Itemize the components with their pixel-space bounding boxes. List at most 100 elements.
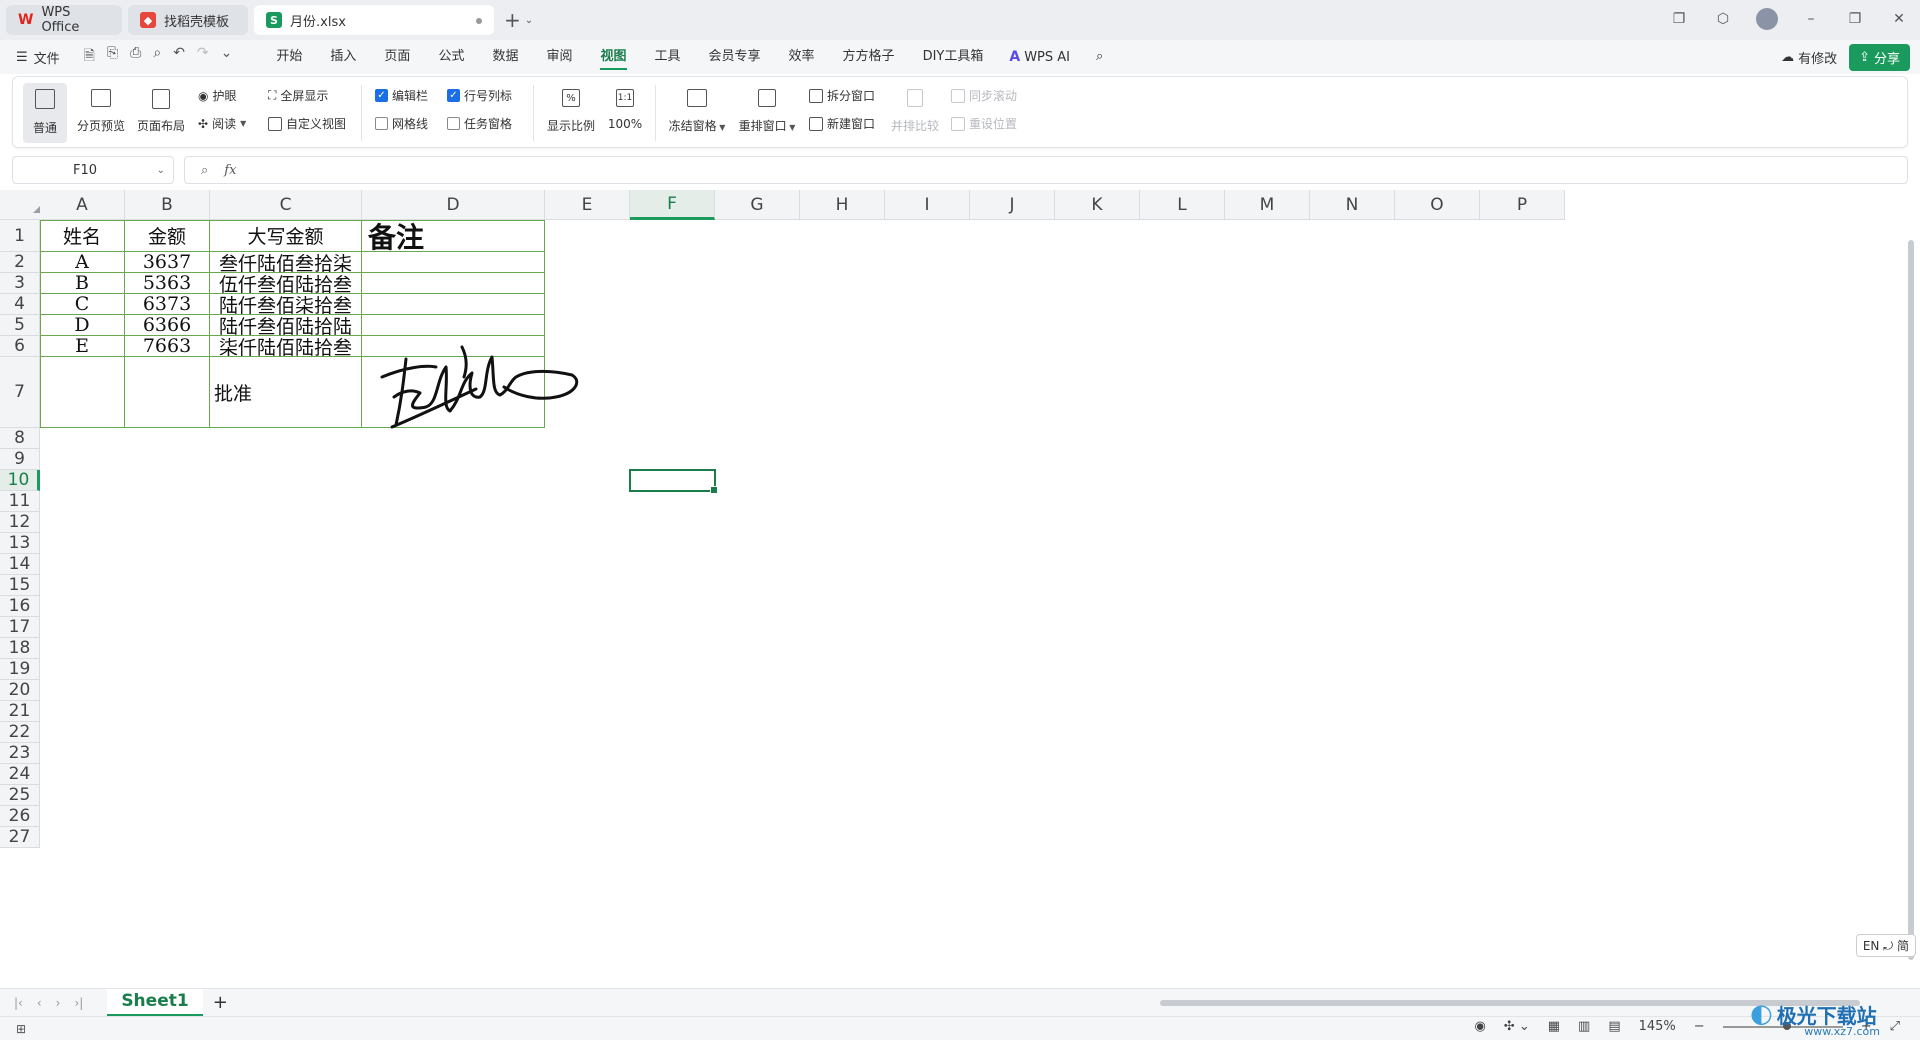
macro-record-icon[interactable]: ⊞	[16, 1022, 26, 1036]
formula-input[interactable]: ⌕ fx	[184, 156, 1908, 184]
rearrange-windows-button[interactable]: 重排窗口 ▼	[735, 89, 799, 134]
print-icon[interactable]: ⎙	[130, 45, 141, 69]
row-header-5[interactable]: 5	[0, 315, 40, 336]
menu-tab-view[interactable]: 视图	[586, 40, 640, 74]
reset-position-button[interactable]: 重设位置	[951, 115, 1017, 132]
zoom-level[interactable]: 145%	[1639, 1019, 1676, 1034]
approval-label-cell[interactable]: 批准	[210, 357, 362, 428]
vertical-scroll-thumb[interactable]	[1908, 240, 1914, 960]
fx-icon[interactable]: fx	[224, 163, 236, 178]
row-header-17[interactable]: 17	[0, 617, 40, 638]
tab-wps-office[interactable]: W WPS Office	[6, 5, 122, 35]
zoom-100-button[interactable]: 1:1 100%	[603, 89, 647, 131]
row-header-21[interactable]: 21	[0, 701, 40, 722]
row-header-15[interactable]: 15	[0, 575, 40, 596]
column-header-j[interactable]: J	[970, 190, 1055, 220]
table-cell[interactable]: D	[40, 314, 125, 336]
changes-button[interactable]: ☁ 有修改	[1781, 48, 1837, 67]
menu-tab-member[interactable]: 会员专享	[695, 40, 775, 74]
column-header-b[interactable]: B	[125, 190, 210, 220]
table-cell[interactable]: 3637	[125, 251, 210, 273]
tab-daoke-templates[interactable]: ◆ 找稻壳模板	[128, 5, 248, 35]
row-header-23[interactable]: 23	[0, 743, 40, 764]
undo-icon[interactable]: ↶	[173, 45, 185, 69]
row-header-4[interactable]: 4	[0, 294, 40, 315]
share-button[interactable]: ⇪ 分享	[1849, 44, 1910, 71]
row-header-7[interactable]: 7	[0, 357, 40, 428]
task-pane-checkbox[interactable]: 任务窗格	[447, 115, 512, 132]
search-icon[interactable]: ⌕	[1082, 40, 1117, 74]
row-col-headers-checkbox[interactable]: ✓ 行号列标	[447, 87, 512, 104]
sheet-tab-sheet1[interactable]: Sheet1	[107, 988, 203, 1017]
row-header-3[interactable]: 3	[0, 273, 40, 294]
print-preview-icon[interactable]: ⌕	[153, 45, 161, 69]
column-header-f[interactable]: F	[630, 190, 715, 220]
menu-tab-fangfang[interactable]: 方方格子	[829, 40, 909, 74]
column-header-h[interactable]: H	[800, 190, 885, 220]
header-cell[interactable]: 金额	[125, 220, 210, 252]
avatar[interactable]	[1756, 8, 1778, 30]
row-header-25[interactable]: 25	[0, 785, 40, 806]
file-menu-button[interactable]: ☰ 文件	[16, 48, 60, 67]
tab-file-yuefen[interactable]: S 月份.xlsx	[254, 5, 494, 35]
freeze-panes-button[interactable]: 冻结窗格 ▼	[665, 89, 729, 134]
name-box[interactable]: F10 ⌄	[12, 156, 174, 184]
table-cell[interactable]: A	[40, 251, 125, 273]
table-cell[interactable]	[362, 294, 545, 315]
side-by-side-button[interactable]: 并排比较	[889, 89, 941, 134]
split-window-button[interactable]: 拆分窗口	[809, 87, 875, 104]
eye-protect-icon[interactable]: ◉	[1474, 1019, 1485, 1034]
close-icon[interactable]: ✕	[1888, 8, 1910, 30]
zoom-ratio-button[interactable]: % 显示比例	[545, 89, 597, 134]
add-sheet-icon[interactable]: +	[213, 992, 228, 1013]
menu-tab-review[interactable]: 审阅	[532, 40, 586, 74]
table-cell[interactable]: E	[40, 335, 125, 357]
custom-view-button[interactable]: 自定义视图	[268, 115, 346, 132]
table-cell[interactable]: 7663	[125, 335, 210, 357]
new-window-button[interactable]: 新建窗口	[809, 115, 875, 132]
column-header-n[interactable]: N	[1310, 190, 1395, 220]
table-cell[interactable]	[362, 252, 545, 273]
column-header-i[interactable]: I	[885, 190, 970, 220]
menu-tab-tools[interactable]: 工具	[641, 40, 695, 74]
menu-tab-efficiency[interactable]: 效率	[775, 40, 829, 74]
row-header-12[interactable]: 12	[0, 512, 40, 533]
column-header-g[interactable]: G	[715, 190, 800, 220]
prev-sheet-icon[interactable]: ‹	[37, 996, 42, 1010]
minimize-icon[interactable]: –	[1800, 8, 1822, 30]
edit-bar-checkbox[interactable]: ✓ 编辑栏	[375, 87, 428, 104]
last-sheet-icon[interactable]: ›|	[74, 996, 83, 1010]
restore-icon[interactable]: ❐	[1844, 8, 1866, 30]
zoom-search-icon[interactable]: ⌕	[201, 163, 208, 178]
table-cell[interactable]: B	[40, 272, 125, 294]
column-header-e[interactable]: E	[545, 190, 630, 220]
page-break-preview-button[interactable]: 分页预览	[75, 89, 127, 134]
vertical-scrollbar[interactable]	[1906, 220, 1916, 980]
menu-tab-diy-toolbox[interactable]: DIY工具箱	[909, 40, 998, 74]
gridlines-checkbox[interactable]: 网格线	[375, 115, 428, 132]
tab-manager-icon[interactable]: ❐	[1668, 8, 1690, 30]
reading-mode-button[interactable]: ✣ 阅读 ▼	[198, 115, 246, 132]
quick-access-chevron-icon[interactable]: ⌄	[221, 45, 233, 69]
page-layout-button[interactable]: 页面布局	[135, 89, 187, 134]
row-header-9[interactable]: 9	[0, 449, 40, 470]
redo-icon[interactable]: ↷	[197, 45, 209, 69]
row-header-20[interactable]: 20	[0, 680, 40, 701]
header-cell[interactable]: 姓名	[40, 220, 125, 252]
table-cell[interactable]: 6366	[125, 314, 210, 336]
row-header-16[interactable]: 16	[0, 596, 40, 617]
row-header-2[interactable]: 2	[0, 252, 40, 273]
menu-tab-start[interactable]: 开始	[262, 40, 316, 74]
row-header-8[interactable]: 8	[0, 428, 40, 449]
row-header-18[interactable]: 18	[0, 638, 40, 659]
normal-view-icon[interactable]: ▦	[1548, 1019, 1560, 1034]
ime-status-badge[interactable]: EN ⤾ 简	[1855, 934, 1916, 957]
page-break-view-icon[interactable]: ▤	[1608, 1019, 1620, 1034]
active-cell-selection[interactable]	[629, 469, 718, 494]
row-header-27[interactable]: 27	[0, 827, 40, 848]
table-cell[interactable]	[40, 357, 125, 428]
column-header-o[interactable]: O	[1395, 190, 1480, 220]
table-cell[interactable]: 6373	[125, 293, 210, 315]
save-icon[interactable]: 🗎	[84, 45, 95, 69]
sync-scroll-button[interactable]: 同步滚动	[951, 87, 1017, 104]
